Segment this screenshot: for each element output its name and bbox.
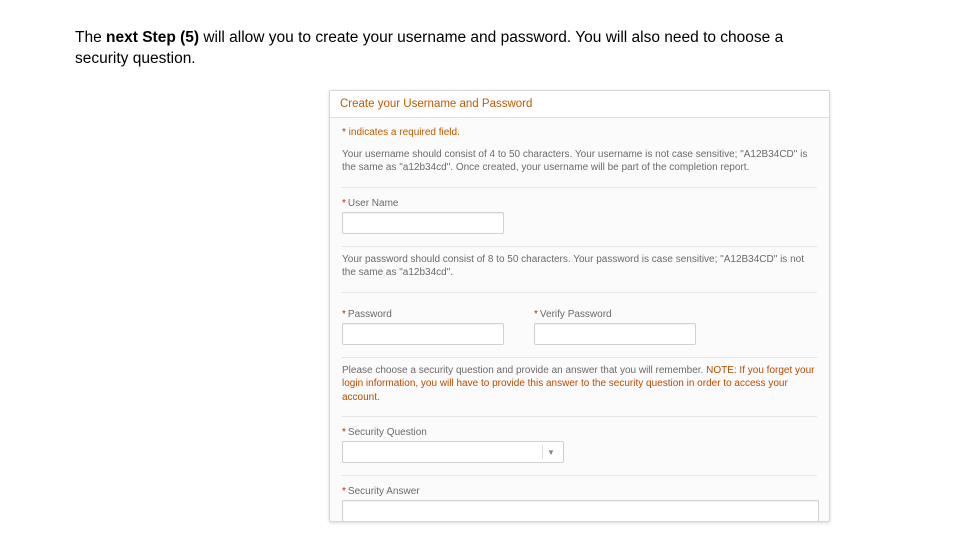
security-question-select[interactable]: ▼ xyxy=(342,441,564,463)
divider xyxy=(342,475,817,476)
security-question-label: *Security Question xyxy=(342,427,817,438)
required-note: * indicates a required field. xyxy=(342,126,817,140)
username-help: Your username should consist of 4 to 50 … xyxy=(342,148,817,175)
username-input[interactable] xyxy=(342,212,504,234)
password-label: *Password xyxy=(342,309,504,320)
security-answer-input[interactable] xyxy=(342,500,819,522)
intro-paragraph: The next Step (5) will allow you to crea… xyxy=(75,28,905,70)
username-label-text: User Name xyxy=(348,198,399,209)
intro-pre: The xyxy=(75,29,106,46)
chevron-down-icon: ▼ xyxy=(542,445,559,459)
password-label-text: Password xyxy=(348,309,392,320)
divider xyxy=(342,246,817,247)
asterisk-icon: * xyxy=(342,309,346,320)
divider xyxy=(342,357,817,358)
security-answer-label: *Security Answer xyxy=(342,486,817,497)
verify-password-label: *Verify Password xyxy=(534,309,696,320)
panel-title: Create your Username and Password xyxy=(340,98,532,110)
intro-rest-line1: will allow you to create your username a… xyxy=(203,29,783,46)
create-account-panel: Create your Username and Password * indi… xyxy=(329,90,830,522)
panel-header: Create your Username and Password xyxy=(330,91,829,118)
asterisk-icon: * xyxy=(342,127,349,138)
security-note: Please choose a security question and pr… xyxy=(342,364,817,405)
required-note-text: indicates a required field. xyxy=(349,127,460,138)
divider xyxy=(342,187,817,188)
intro-bold: next Step (5) xyxy=(106,29,203,46)
asterisk-icon: * xyxy=(342,486,346,497)
divider xyxy=(342,292,817,293)
security-note-plain: Please choose a security question and pr… xyxy=(342,365,706,376)
intro-rest-line2: security question. xyxy=(75,50,196,67)
asterisk-icon: * xyxy=(342,427,346,438)
asterisk-icon: * xyxy=(534,309,538,320)
verify-password-label-text: Verify Password xyxy=(540,309,612,320)
divider xyxy=(342,416,817,417)
verify-password-input[interactable] xyxy=(534,323,696,345)
security-answer-label-text: Security Answer xyxy=(348,486,420,497)
password-input[interactable] xyxy=(342,323,504,345)
asterisk-icon: * xyxy=(342,198,346,209)
security-question-label-text: Security Question xyxy=(348,427,427,438)
username-label: *User Name xyxy=(342,198,817,209)
password-help: Your password should consist of 8 to 50 … xyxy=(342,253,817,280)
